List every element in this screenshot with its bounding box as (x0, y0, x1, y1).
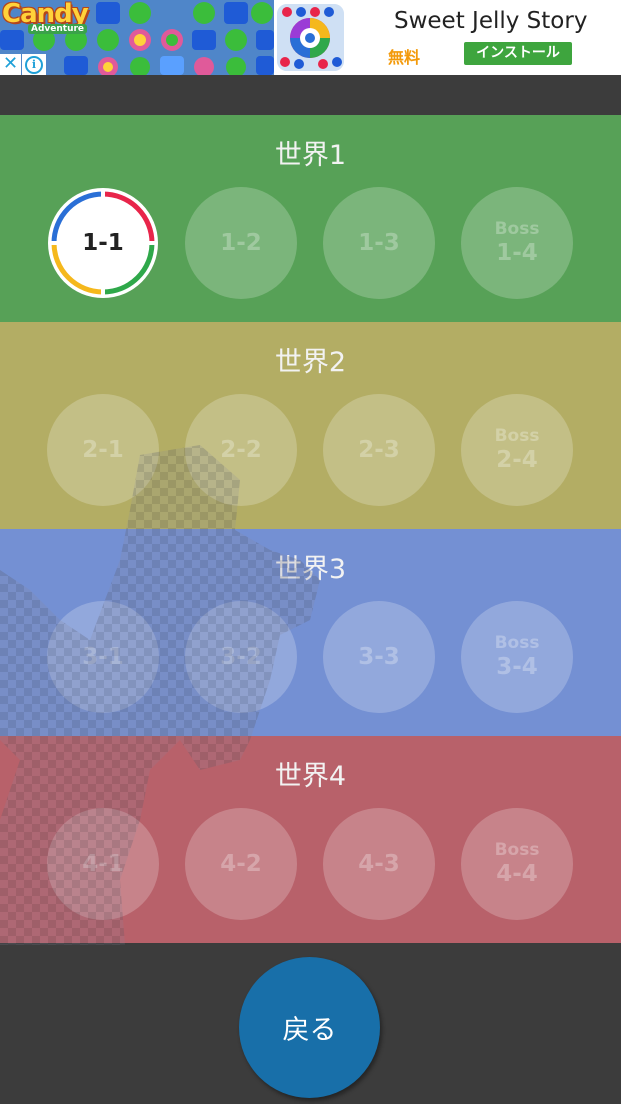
stage-3-1-button[interactable]: 3-1 (47, 601, 159, 713)
stage-label: 2-2 (220, 437, 262, 463)
boss-label: Boss (494, 219, 540, 239)
stage-1-3-button[interactable]: 1-3 (323, 187, 435, 299)
world-4-panel: 世界4 4-1 4-2 4-3 Boss 4-4 (0, 736, 621, 943)
world-title: 世界2 (274, 347, 347, 378)
stage-4-1-button[interactable]: 4-1 (47, 808, 159, 920)
stage-2-1-button[interactable]: 2-1 (47, 394, 159, 506)
stage-label: 4-4 (496, 861, 538, 887)
stage-4-2-button[interactable]: 4-2 (185, 808, 297, 920)
stage-3-4-button[interactable]: Boss 3-4 (461, 601, 573, 713)
stage-label: 3-3 (358, 644, 400, 670)
stage-4-3-button[interactable]: 4-3 (323, 808, 435, 920)
stage-2-2-button[interactable]: 2-2 (185, 394, 297, 506)
stage-3-2-button[interactable]: 3-2 (185, 601, 297, 713)
boss-label: Boss (494, 426, 540, 446)
stage-1-2-button[interactable]: 1-2 (185, 187, 297, 299)
stage-label: 4-3 (358, 851, 400, 877)
stage-label: 2-3 (358, 437, 400, 463)
stage-label: 1-2 (220, 230, 262, 256)
stage-label: 3-1 (82, 644, 124, 670)
ad-logo-subtext: Adventure (28, 24, 88, 34)
stage-label: 2-1 (82, 437, 124, 463)
ad-app-icon[interactable] (275, 2, 346, 73)
ad-logo-text: Candy (2, 0, 89, 29)
info-icon: i (25, 55, 43, 74)
stage-3-3-button[interactable]: 3-3 (323, 601, 435, 713)
stage-label: 1-1 (82, 230, 124, 256)
boss-label: Boss (494, 840, 540, 860)
stage-label: 1-3 (358, 230, 400, 256)
world-3-panel: 世界3 3-1 3-2 3-3 Boss 3-4 (0, 529, 621, 736)
ad-close-icon[interactable]: ✕ (0, 54, 21, 75)
ad-price: 無料 (388, 48, 421, 67)
stage-label: 4-2 (220, 851, 262, 877)
ad-banner[interactable]: Candy Adventure ✕ i Sweet Jelly Story 無料… (0, 0, 621, 75)
stage-2-3-button[interactable]: 2-3 (323, 394, 435, 506)
world-title: 世界4 (274, 761, 347, 792)
world-1-panel: 世界1 1-1 1-2 1-3 Boss 1-4 (0, 115, 621, 322)
world-title: 世界1 (274, 140, 347, 171)
stage-label: 3-4 (496, 654, 538, 680)
world-2-panel: 世界2 2-1 2-2 2-3 Boss 2-4 (0, 322, 621, 529)
stage-label: 1-4 (496, 240, 538, 266)
stage-label: 3-2 (220, 644, 262, 670)
world-title: 世界3 (274, 554, 347, 585)
ad-install-button[interactable]: インストール (464, 42, 572, 65)
back-button[interactable]: 戻る (239, 957, 380, 1098)
boss-label: Boss (494, 633, 540, 653)
stage-label: 4-1 (82, 851, 124, 877)
jelly-app-icon (277, 4, 344, 71)
stage-1-1-button[interactable]: 1-1 (47, 187, 159, 299)
stage-2-4-button[interactable]: Boss 2-4 (461, 394, 573, 506)
ad-title[interactable]: Sweet Jelly Story (394, 8, 587, 34)
stage-label: 2-4 (496, 447, 538, 473)
stage-1-4-button[interactable]: Boss 1-4 (461, 187, 573, 299)
ad-info-button[interactable]: i (22, 54, 46, 75)
stage-4-4-button[interactable]: Boss 4-4 (461, 808, 573, 920)
